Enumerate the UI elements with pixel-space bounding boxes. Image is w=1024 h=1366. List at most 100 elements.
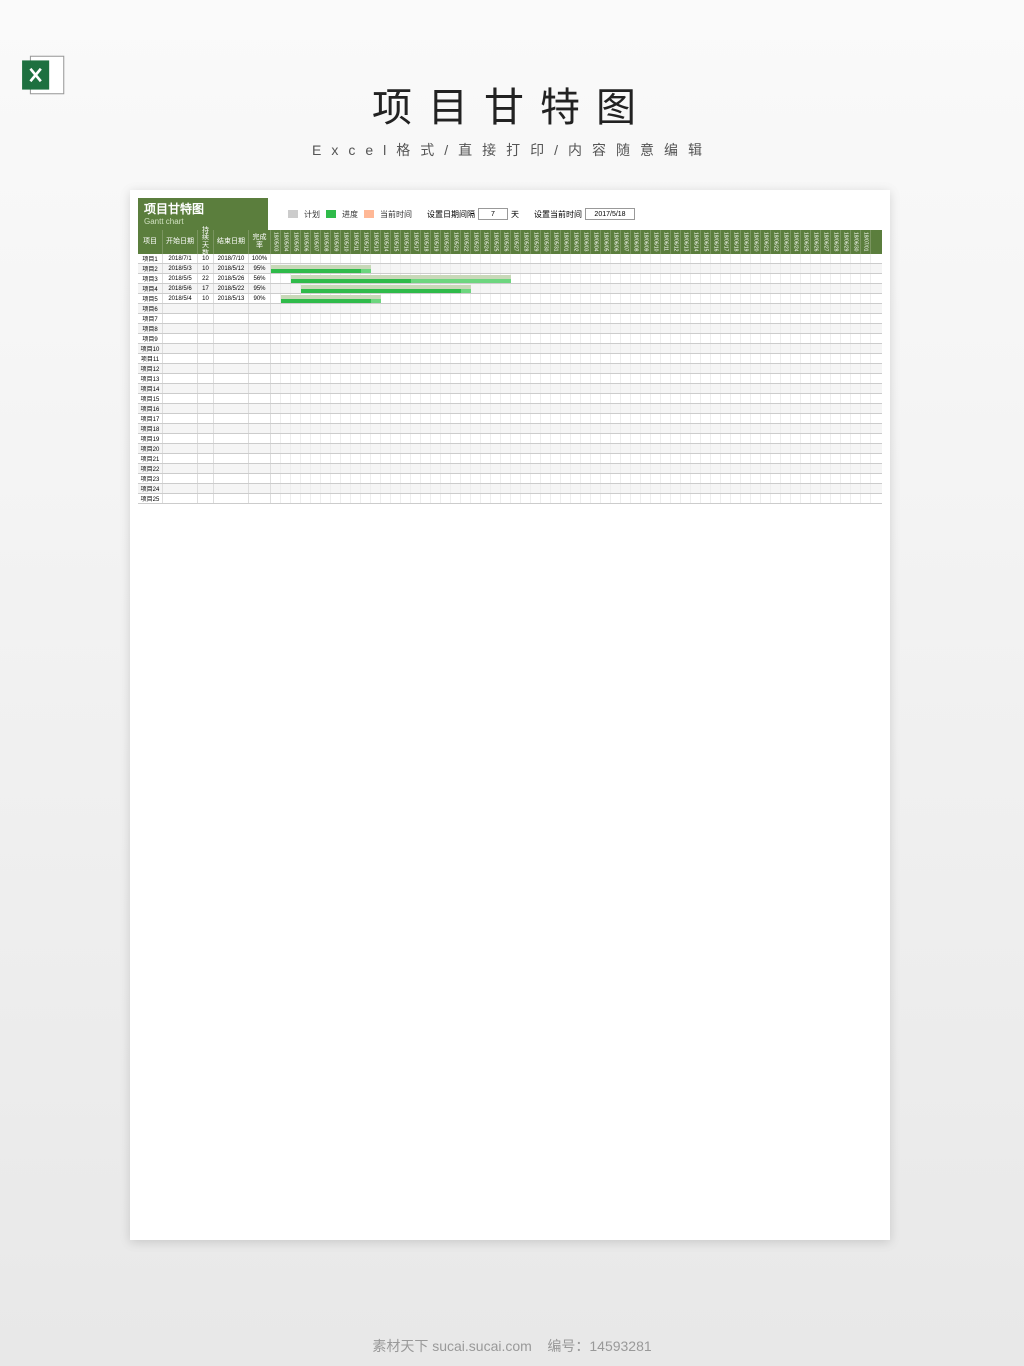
cell-days <box>198 414 214 423</box>
cell-start <box>163 314 198 323</box>
date-header-cell: 18/06/24 <box>791 230 801 254</box>
table-row[interactable]: 项目22018/5/3102018/5/1295% <box>138 264 271 274</box>
legend-progress-label: 进度 <box>342 209 358 220</box>
date-header-cell: 18/06/30 <box>851 230 861 254</box>
legend-plan-swatch <box>288 210 298 218</box>
table-row[interactable]: 项目13 <box>138 374 271 384</box>
cell-days <box>198 354 214 363</box>
cell-completion <box>249 334 271 343</box>
date-header-cell: 18/06/25 <box>801 230 811 254</box>
table-row[interactable]: 项目25 <box>138 494 271 504</box>
remaining-bar <box>361 269 371 273</box>
current-time-setting: 设置当前时间 2017/5/18 <box>534 208 635 220</box>
cell-start <box>163 424 198 433</box>
footer-site: 素材天下 sucai.sucai.com <box>372 1338 531 1354</box>
cell-name: 项目19 <box>138 434 163 443</box>
gantt-row <box>271 404 882 414</box>
data-columns: 项目 开始日期 持续天数 结束日期 完成率 项目12018/7/1102018/… <box>138 230 271 504</box>
date-header-cell: 18/05/19 <box>431 230 441 254</box>
table-row[interactable]: 项目12 <box>138 364 271 374</box>
table-row[interactable]: 项目24 <box>138 484 271 494</box>
cell-start <box>163 454 198 463</box>
col-end: 结束日期 <box>214 230 249 254</box>
date-header-cell: 18/05/13 <box>371 230 381 254</box>
table-row[interactable]: 项目7 <box>138 314 271 324</box>
date-header-cell: 18/05/25 <box>491 230 501 254</box>
cell-completion: 56% <box>249 274 271 283</box>
table-row[interactable]: 项目21 <box>138 454 271 464</box>
page-title: 项目甘特图 <box>0 75 1024 133</box>
current-time-input[interactable]: 2017/5/18 <box>585 208 635 220</box>
date-header-cell: 18/06/03 <box>581 230 591 254</box>
cell-end <box>214 334 249 343</box>
date-header-cell: 18/05/10 <box>341 230 351 254</box>
document-preview: 项目甘特图 Gantt chart 计划 进度 当前时间 设置日期间隔 7 天 … <box>130 190 890 1240</box>
cell-end: 2018/7/10 <box>214 254 249 263</box>
table-row[interactable]: 项目10 <box>138 344 271 354</box>
table-row[interactable]: 项目9 <box>138 334 271 344</box>
cell-name: 项目25 <box>138 494 163 503</box>
cell-completion <box>249 484 271 493</box>
table-row[interactable]: 项目23 <box>138 474 271 484</box>
date-header-cell: 18/06/20 <box>751 230 761 254</box>
progress-bar <box>291 279 411 283</box>
table-row[interactable]: 项目19 <box>138 434 271 444</box>
cell-end <box>214 404 249 413</box>
table-row[interactable]: 项目12018/7/1102018/7/10100% <box>138 254 271 264</box>
cell-name: 项目17 <box>138 414 163 423</box>
cell-name: 项目24 <box>138 484 163 493</box>
table-row[interactable]: 项目8 <box>138 324 271 334</box>
cell-start <box>163 444 198 453</box>
date-header-cell: 18/06/01 <box>561 230 571 254</box>
cell-end <box>214 384 249 393</box>
date-header-cell: 18/06/19 <box>741 230 751 254</box>
table-row[interactable]: 项目11 <box>138 354 271 364</box>
date-header-cell: 18/05/12 <box>361 230 371 254</box>
cell-end <box>214 374 249 383</box>
gantt-row <box>271 444 882 454</box>
cell-completion <box>249 494 271 503</box>
date-header-cell: 18/06/21 <box>761 230 771 254</box>
cell-start <box>163 384 198 393</box>
date-header-cell: 18/05/23 <box>471 230 481 254</box>
remaining-bar <box>371 299 381 303</box>
date-header-cell: 18/05/30 <box>541 230 551 254</box>
date-header-cell: 18/05/20 <box>441 230 451 254</box>
gantt-row <box>271 284 882 294</box>
table-row[interactable]: 项目22 <box>138 464 271 474</box>
date-header-cell: 18/05/11 <box>351 230 361 254</box>
gantt-row <box>271 464 882 474</box>
chart-subtitle: Gantt chart <box>144 217 262 226</box>
table-row[interactable]: 项目18 <box>138 424 271 434</box>
cell-days <box>198 394 214 403</box>
cell-end <box>214 454 249 463</box>
progress-bar <box>301 289 461 293</box>
table-row[interactable]: 项目20 <box>138 444 271 454</box>
gantt-row <box>271 314 882 324</box>
table-row[interactable]: 项目14 <box>138 384 271 394</box>
table-row[interactable]: 项目16 <box>138 404 271 414</box>
interval-input[interactable]: 7 <box>478 208 508 220</box>
table-row[interactable]: 项目32018/5/5222018/5/2656% <box>138 274 271 284</box>
cell-completion: 95% <box>249 284 271 293</box>
table-row[interactable]: 项目17 <box>138 414 271 424</box>
date-header-cell: 18/05/08 <box>321 230 331 254</box>
date-header-cell: 18/05/17 <box>411 230 421 254</box>
date-header-cell: 18/05/28 <box>521 230 531 254</box>
cell-days <box>198 434 214 443</box>
cell-days <box>198 494 214 503</box>
footer-id-value: 14593281 <box>589 1338 651 1354</box>
cell-end: 2018/5/12 <box>214 264 249 273</box>
col-days: 持续天数 <box>198 230 214 254</box>
cell-start: 2018/7/1 <box>163 254 198 263</box>
cell-end <box>214 474 249 483</box>
cell-days <box>198 334 214 343</box>
cell-start: 2018/5/3 <box>163 264 198 273</box>
table-row[interactable]: 项目52018/5/4102018/5/1390% <box>138 294 271 304</box>
cell-start: 2018/5/5 <box>163 274 198 283</box>
date-header-cell: 18/05/21 <box>451 230 461 254</box>
table-row[interactable]: 项目42018/5/6172018/5/2295% <box>138 284 271 294</box>
table-row[interactable]: 项目6 <box>138 304 271 314</box>
table-row[interactable]: 项目15 <box>138 394 271 404</box>
date-header-cell: 18/05/07 <box>311 230 321 254</box>
